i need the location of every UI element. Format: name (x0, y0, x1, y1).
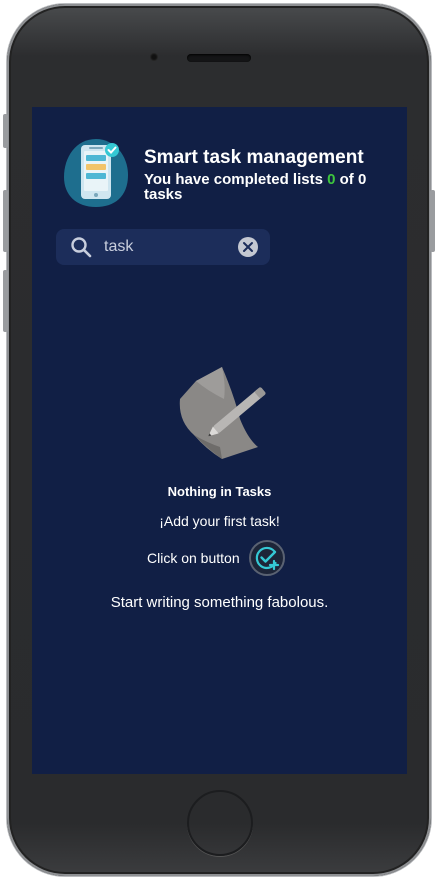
volume-up-button (3, 190, 8, 252)
total-count: 0 (357, 171, 367, 188)
search-input[interactable] (104, 237, 234, 257)
clear-search-button[interactable] (238, 237, 258, 257)
power-button (430, 190, 435, 252)
add-task-button[interactable] (248, 540, 285, 576)
search-icon (71, 237, 92, 258)
click-instruction-text: Click on button (147, 550, 240, 566)
click-instruction-row: Click on button (147, 538, 285, 578)
completed-count: 0 (327, 171, 336, 188)
page-title: Smart task management (144, 147, 364, 168)
empty-state-add-text: ¡Add your first task! (159, 513, 280, 529)
volume-down-button (3, 270, 8, 332)
search-bar[interactable] (56, 229, 270, 265)
empty-state-title: Nothing in Tasks (167, 484, 272, 499)
completion-summary: You have completed lists 0 of 0 tasks (144, 172, 394, 202)
of-label: of (339, 171, 354, 188)
home-button[interactable] (187, 790, 253, 856)
paper-pencil-illustration (179, 367, 266, 459)
earpiece-speaker (187, 54, 251, 62)
phone-frame: Smart task management You have completed… (3, 4, 435, 876)
close-icon (243, 242, 253, 252)
app-screen: Smart task management You have completed… (32, 107, 407, 774)
front-camera (150, 53, 158, 61)
empty-state-footer: Start writing something fabolous. (110, 594, 329, 611)
silent-switch (3, 114, 8, 148)
add-task-icon (255, 546, 279, 571)
phone-checklist-illustration (64, 139, 128, 207)
tasks-suffix: tasks (144, 186, 183, 203)
